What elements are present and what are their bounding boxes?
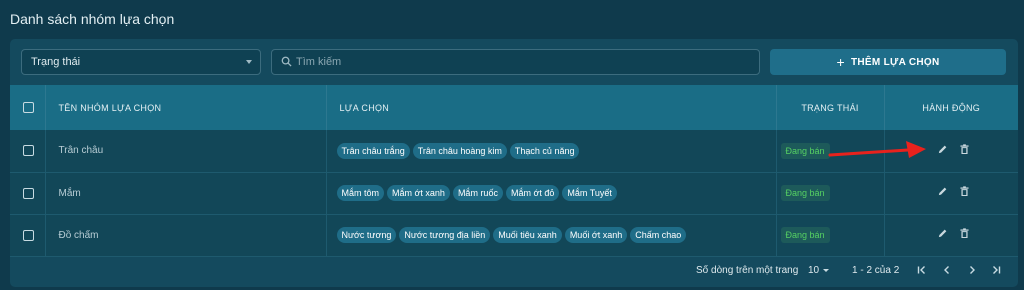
plus-icon: +: [836, 53, 845, 70]
trash-icon[interactable]: [960, 186, 969, 200]
status-badge: Đang bán: [780, 185, 830, 201]
header-name: TÊN NHÓM LỰA CHỌN: [45, 85, 327, 130]
trash-icon[interactable]: [960, 144, 969, 158]
rows-per-page-select[interactable]: 10: [808, 265, 819, 276]
add-option-label: THÊM LỰA CHỌN: [850, 56, 940, 68]
prev-page-icon[interactable]: [941, 264, 953, 276]
header-actions: HÀNH ĐỘNG: [922, 102, 981, 113]
option-chip: Mắm ớt xanh: [387, 185, 450, 201]
red-arrow: [828, 141, 926, 158]
next-page-icon[interactable]: [966, 264, 978, 276]
toolbar: Trạng thái + THÊM LỰA CHỌN: [10, 39, 1018, 85]
option-chip: Nước tương: [336, 227, 397, 243]
option-chip: Muối tiêu xanh: [493, 227, 562, 243]
table-row: Đồ chấm Nước tương Nước tương địa liền Muố…: [10, 214, 1018, 256]
search-box[interactable]: [271, 49, 760, 75]
select-all-checkbox[interactable]: [23, 102, 34, 113]
option-group-table: TÊN NHÓM LỰA CHỌN LỰA CHỌN TRẠNG THÁI HÀ…: [10, 85, 1018, 257]
option-chip: Mắm ruốc: [452, 185, 503, 201]
rows-per-page-label: Số dòng trên một trang: [696, 265, 799, 276]
option-chip: Chấm chao: [630, 227, 687, 243]
row-checkbox[interactable]: [23, 145, 34, 157]
option-chip: Muối ớt xanh: [564, 227, 628, 243]
option-chip: Nước tương địa liền: [399, 227, 491, 243]
options-cell: Trân châu trắng Trân châu hoàng kim Thạch …: [326, 130, 777, 172]
status-filter-label: Trạng thái: [31, 56, 81, 68]
status-filter-select[interactable]: Trạng thái: [21, 49, 261, 75]
option-chip: Trân châu hoàng kim: [412, 142, 507, 159]
pencil-icon[interactable]: [937, 228, 948, 242]
chevron-down-icon: [246, 60, 252, 64]
group-name: Trân châu: [45, 130, 327, 172]
first-page-icon[interactable]: [916, 264, 928, 276]
header-status: TRẠNG THÁI: [776, 85, 885, 130]
options-cell: Nước tương Nước tương địa liền Muối tiêu x…: [326, 214, 777, 256]
search-input[interactable]: [296, 53, 751, 71]
option-chip: Trân châu trắng: [336, 142, 410, 159]
option-chip: Mắm Tuyết: [562, 185, 617, 201]
last-page-icon[interactable]: [990, 264, 1002, 276]
trash-icon[interactable]: [960, 228, 969, 242]
pagination-bar: Số dòng trên một trang 10 1 - 2 của 2: [10, 256, 1018, 287]
page-title: Danh sách nhóm lựa chọn: [10, 11, 175, 27]
page-range: 1 - 2 của 2: [852, 265, 900, 276]
header-options: LỰA CHỌN: [326, 85, 777, 130]
option-chip: Thạch củ năng: [509, 142, 580, 159]
option-chip: Mắm tôm: [336, 185, 385, 201]
pencil-icon[interactable]: [937, 144, 948, 158]
group-name: Đồ chấm: [45, 214, 327, 256]
option-chip: Mắm ớt đỏ: [505, 185, 560, 201]
add-option-button[interactable]: + THÊM LỰA CHỌN: [770, 49, 1006, 75]
table-header-row: TÊN NHÓM LỰA CHỌN LỰA CHỌN TRẠNG THÁI HÀ…: [10, 85, 1018, 130]
table-row: Mắm Mắm tôm Mắm ớt xanh Mắm ruốc Mắm ớt đỏ M…: [10, 172, 1018, 214]
options-cell: Mắm tôm Mắm ớt xanh Mắm ruốc Mắm ớt đỏ Mắm T…: [326, 172, 777, 214]
chevron-down-icon[interactable]: [823, 269, 829, 272]
status-badge: Đang bán: [780, 142, 830, 159]
pencil-icon[interactable]: [937, 186, 948, 200]
group-name: Mắm: [45, 172, 327, 214]
search-icon: [281, 56, 292, 67]
row-checkbox[interactable]: [23, 187, 34, 199]
row-checkbox[interactable]: [23, 229, 34, 241]
status-badge: Đang bán: [780, 227, 830, 243]
